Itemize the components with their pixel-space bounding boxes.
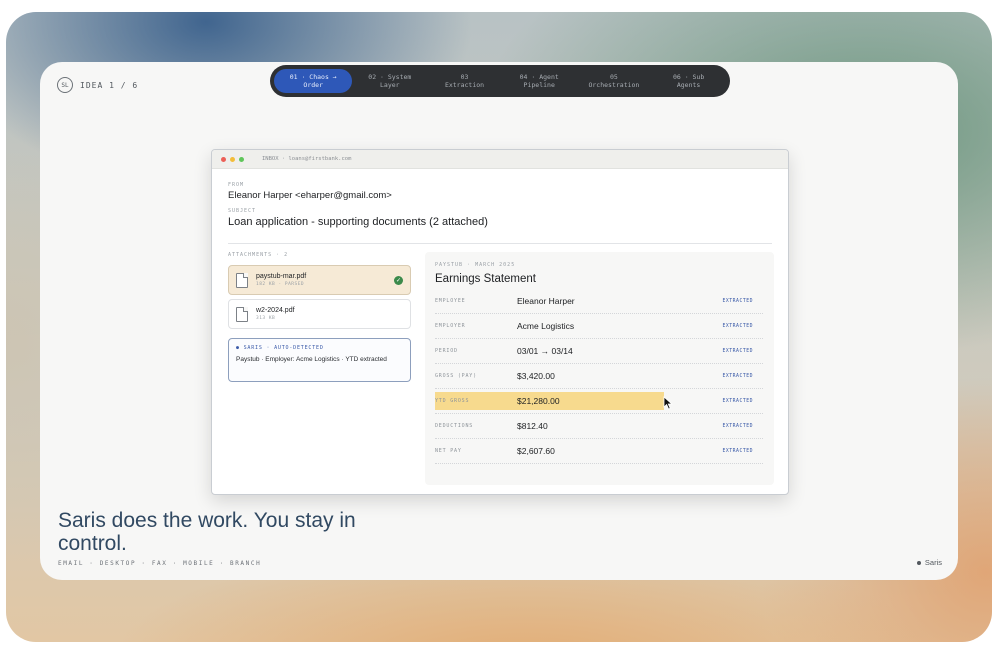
file-icon xyxy=(236,306,248,322)
field-row: DEDUCTIONS $812.40 EXTRACTED xyxy=(435,414,763,439)
from-label: FROM xyxy=(228,182,245,188)
step-system-layer[interactable]: 02 · System Layer xyxy=(352,69,427,93)
minimize-dot[interactable] xyxy=(230,156,235,162)
field-label: EMPLOYER xyxy=(435,323,466,329)
cursor-icon xyxy=(663,396,673,410)
step-chaos-order[interactable]: 01 · Chaos → Order xyxy=(274,69,353,93)
step-number: 02 · System xyxy=(368,73,412,81)
field-value: Acme Logistics xyxy=(517,321,575,331)
field-value: $3,420.00 xyxy=(517,371,555,381)
attachment-w2[interactable]: w2-2024.pdf 313 KB xyxy=(228,299,411,329)
extracted-badge: EXTRACTED xyxy=(722,423,753,429)
brand: SL IDEA 1 / 6 xyxy=(57,77,138,93)
maximize-dot[interactable] xyxy=(239,156,244,162)
step-label: Orchestration xyxy=(588,81,640,89)
field-row: EMPLOYER Acme Logistics EXTRACTED xyxy=(435,314,763,339)
step-extraction[interactable]: 03 Extraction xyxy=(427,69,502,93)
step-label: Extraction xyxy=(444,81,485,89)
field-row: GROSS (PAY) $3,420.00 EXTRACTED xyxy=(435,364,763,389)
extracted-badge: EXTRACTED xyxy=(722,348,753,354)
email-header: FROM Eleanor Harper <eharper@gmail.com> … xyxy=(228,182,488,228)
extracted-badge: EXTRACTED xyxy=(722,398,753,404)
field-label: EMPLOYEE xyxy=(435,298,466,304)
step-number: 03 xyxy=(460,73,469,81)
attachment-name: w2-2024.pdf xyxy=(256,307,295,314)
step-label: Order xyxy=(303,81,323,89)
field-value: $812.40 xyxy=(517,421,548,431)
extracted-badge: EXTRACTED xyxy=(722,373,753,379)
brand-logo: SL xyxy=(57,77,73,93)
attachment-name: paystub-mar.pdf xyxy=(256,273,307,280)
headline: Saris does the work. You stay in control… xyxy=(58,509,356,555)
field-row: PERIOD 03/01 → 03/14 EXTRACTED xyxy=(435,339,763,364)
earnings-panel: PAYSTUB · MARCH 2025 Earnings Statement … xyxy=(425,252,774,485)
field-row-highlighted[interactable]: YTD GROSS $21,280.00 EXTRACTED xyxy=(435,389,763,414)
email-window: INBOX · loans@firstbank.com FROM Eleanor… xyxy=(211,149,789,495)
check-icon: ✓ xyxy=(394,276,403,285)
brand-dot-icon xyxy=(916,560,921,565)
field-row: EMPLOYEE Eleanor Harper EXTRACTED xyxy=(435,289,763,314)
step-orchestration[interactable]: 05 Orchestration xyxy=(577,69,652,93)
field-label: PERIOD xyxy=(435,348,458,354)
saris-tag: ● SARIS · AUTO-DETECTED xyxy=(236,345,324,351)
step-label: Agents xyxy=(676,81,701,89)
attachment-meta: 182 KB · PARSED xyxy=(256,282,305,287)
divider xyxy=(228,243,772,244)
window-title: INBOX · loans@firstbank.com xyxy=(262,156,352,162)
field-label: GROSS (PAY) xyxy=(435,373,477,379)
step-label: Layer xyxy=(380,81,400,89)
window-titlebar: INBOX · loans@firstbank.com xyxy=(212,150,788,169)
close-dot[interactable] xyxy=(221,156,226,162)
idea-counter: IDEA 1 / 6 xyxy=(80,80,139,90)
field-label: DEDUCTIONS xyxy=(435,423,474,429)
step-number: 05 xyxy=(609,73,618,81)
subject-label: SUBJECT xyxy=(228,208,257,214)
email-subject: Loan application - supporting documents … xyxy=(228,216,488,228)
step-label: Pipeline xyxy=(523,81,555,89)
channel-list: EMAIL · DESKTOP · FAX · MOBILE · BRANCH xyxy=(58,560,262,567)
attachment-paystub[interactable]: paystub-mar.pdf 182 KB · PARSED ✓ xyxy=(228,265,411,295)
attachments-label: ATTACHMENTS · 2 xyxy=(228,252,289,258)
attachment-meta: 313 KB xyxy=(256,316,276,321)
sender: Eleanor Harper <eharper@gmail.com> xyxy=(228,190,392,201)
extracted-badge: EXTRACTED xyxy=(722,448,753,454)
field-label: NET PAY xyxy=(435,448,462,454)
saris-detection-card: ● SARIS · AUTO-DETECTED Paystub · Employ… xyxy=(228,338,411,382)
extracted-fields: EMPLOYEE Eleanor Harper EXTRACTED EMPLOY… xyxy=(435,289,763,464)
extracted-badge: EXTRACTED xyxy=(722,298,753,304)
step-number: 06 · Sub xyxy=(672,73,705,81)
step-number: 01 · Chaos → xyxy=(289,73,337,81)
field-label: YTD GROSS xyxy=(435,398,470,404)
field-value: 03/01 → 03/14 xyxy=(517,346,573,356)
panel-eyebrow: PAYSTUB · MARCH 2025 xyxy=(435,262,516,268)
field-value: Eleanor Harper xyxy=(517,296,575,306)
step-number: 04 · Agent xyxy=(519,73,559,81)
panel-title: Earnings Statement xyxy=(435,273,537,285)
footer-brand-name: Saris xyxy=(924,558,942,567)
extracted-badge: EXTRACTED xyxy=(722,323,753,329)
file-icon xyxy=(236,272,248,288)
field-value: $21,280.00 xyxy=(517,396,560,406)
step-agent-pipeline[interactable]: 04 · Agent Pipeline xyxy=(502,69,577,93)
idea-stepper: 01 · Chaos → Order 02 · System Layer 03 Ext… xyxy=(270,65,730,97)
footer-brand: Saris xyxy=(916,558,942,567)
field-row: NET PAY $2,607.60 EXTRACTED xyxy=(435,439,763,464)
step-sub-agents[interactable]: 06 · Sub Agents xyxy=(651,69,726,93)
saris-message: Paystub · Employer: Acme Logistics · YTD… xyxy=(236,356,387,363)
field-value: $2,607.60 xyxy=(517,446,555,456)
